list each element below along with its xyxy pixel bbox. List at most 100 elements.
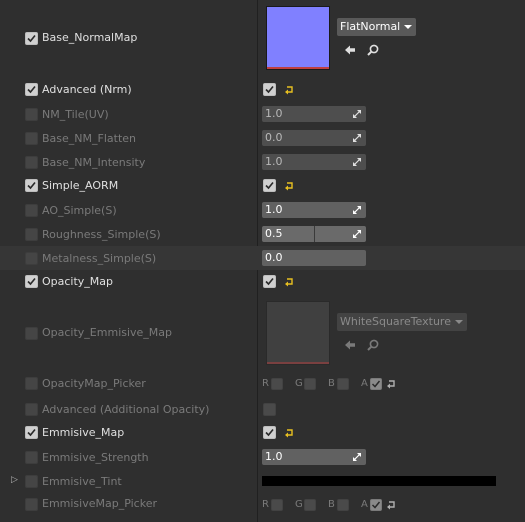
override-checkbox[interactable] — [25, 228, 38, 241]
search-icon[interactable] — [366, 43, 380, 57]
param-label: Roughness_Simple(S) — [42, 228, 161, 241]
param-row-opacitymap-picker: OpacityMap_Picker R G B A — [0, 372, 525, 396]
drag-arrows-icon — [353, 134, 361, 142]
param-row-advanced-additional-opacity: Advanced (Additional Opacity) — [0, 396, 525, 420]
checkmark-icon — [27, 181, 36, 190]
channel-label-b: B — [328, 499, 335, 510]
texture-thumbnail[interactable] — [266, 6, 330, 70]
channel-label-a: A — [361, 499, 368, 510]
channel-label-r: R — [262, 378, 269, 389]
param-row-opacity-emmisive-map: Opacity_Emmisive_Map WhiteSquareTexture — [0, 294, 525, 372]
value-checkbox[interactable] — [263, 83, 276, 96]
chevron-down-icon — [404, 25, 413, 29]
param-row-emmisive-strength: Emmisive_Strength 1.0 — [0, 444, 525, 468]
numeric-field[interactable]: 0.0 — [262, 130, 366, 146]
reset-arrow-icon[interactable] — [386, 500, 396, 510]
param-label: Opacity_Map — [42, 275, 114, 288]
numeric-field[interactable]: 1.0 — [262, 154, 366, 170]
back-arrow-icon[interactable] — [343, 43, 357, 57]
checkmark-icon — [371, 380, 381, 388]
override-checkbox[interactable] — [25, 252, 38, 265]
drag-arrows-icon — [353, 206, 361, 214]
override-checkbox[interactable] — [25, 132, 38, 145]
override-checkbox[interactable] — [25, 451, 38, 464]
param-row-roughness-simple: Roughness_Simple(S) 0.5 — [0, 222, 525, 246]
channel-checkbox-g[interactable] — [304, 499, 316, 511]
param-row-emmisive-tint: ▷ Emmisive_Tint — [0, 468, 525, 492]
channel-label-g: G — [295, 378, 303, 389]
texture-asset-dropdown[interactable]: FlatNormal — [337, 18, 417, 36]
param-label: Opacity_Emmisive_Map — [42, 326, 173, 339]
override-checkbox[interactable] — [25, 475, 38, 488]
param-label: Emmisive_Tint — [42, 475, 122, 488]
param-row-emmisive-map: Emmisive_Map — [0, 420, 525, 444]
reset-arrow-icon[interactable] — [284, 277, 294, 287]
numeric-field[interactable]: 1.0 — [262, 449, 366, 465]
override-checkbox[interactable] — [25, 327, 38, 340]
texture-asset-dropdown[interactable]: WhiteSquareTexture — [337, 313, 467, 331]
override-checkbox[interactable] — [25, 156, 38, 169]
checkmark-icon — [27, 85, 36, 94]
reset-arrow-icon[interactable] — [386, 379, 396, 389]
color-swatch[interactable] — [262, 476, 496, 486]
numeric-value: 0.0 — [265, 251, 283, 264]
channel-label-b: B — [328, 378, 335, 389]
numeric-field[interactable]: 1.0 — [262, 106, 366, 122]
override-checkbox[interactable] — [25, 498, 38, 511]
numeric-value: 1.0 — [265, 450, 283, 463]
param-label: OpacityMap_Picker — [42, 377, 146, 390]
channel-checkbox-b[interactable] — [337, 378, 349, 390]
param-row-advanced-nrm: Advanced (Nrm) — [0, 78, 525, 102]
drag-arrows-icon — [353, 110, 361, 118]
numeric-field[interactable]: 0.0 — [262, 250, 366, 266]
drag-arrows-icon — [353, 230, 361, 238]
param-label: Metalness_Simple(S) — [42, 252, 157, 265]
reset-arrow-icon[interactable] — [284, 181, 294, 191]
override-checkbox[interactable] — [25, 275, 38, 288]
param-row-opacity-map: Opacity_Map — [0, 270, 525, 294]
texture-thumbnail[interactable] — [266, 301, 330, 365]
value-checkbox[interactable] — [263, 275, 276, 288]
numeric-value: 1.0 — [265, 107, 283, 120]
param-label: Emmisive_Map — [42, 426, 125, 439]
checkmark-icon — [27, 428, 36, 437]
search-icon[interactable] — [366, 338, 380, 352]
channel-checkbox-a[interactable] — [370, 378, 382, 390]
value-checkbox[interactable] — [263, 179, 276, 192]
override-checkbox[interactable] — [25, 204, 38, 217]
value-checkbox[interactable] — [263, 403, 276, 416]
reset-arrow-icon[interactable] — [284, 85, 294, 95]
param-row-base-nm-flatten: Base_NM_Flatten 0.0 — [0, 126, 525, 150]
override-checkbox[interactable] — [25, 426, 38, 439]
chevron-down-icon — [454, 320, 463, 324]
override-checkbox[interactable] — [25, 179, 38, 192]
back-arrow-icon[interactable] — [343, 338, 357, 352]
numeric-value: 0.5 — [265, 227, 283, 240]
reset-arrow-icon[interactable] — [284, 428, 294, 438]
param-label: Emmisive_Strength — [42, 451, 149, 464]
checkmark-icon — [27, 34, 36, 43]
param-label: Base_NormalMap — [42, 31, 138, 44]
channel-checkbox-b[interactable] — [337, 499, 349, 511]
override-checkbox[interactable] — [25, 83, 38, 96]
override-checkbox[interactable] — [25, 108, 38, 121]
value-checkbox[interactable] — [263, 426, 276, 439]
channel-checkbox-r[interactable] — [271, 499, 283, 511]
override-checkbox[interactable] — [25, 377, 38, 390]
override-checkbox[interactable] — [25, 403, 38, 416]
channel-checkbox-r[interactable] — [271, 378, 283, 390]
channel-checkbox-g[interactable] — [304, 378, 316, 390]
expand-triangle-icon[interactable]: ▷ — [11, 475, 18, 485]
param-label: Base_NM_Flatten — [42, 132, 136, 145]
channel-checkbox-a[interactable] — [370, 499, 382, 511]
numeric-field[interactable]: 1.0 — [262, 202, 366, 218]
texture-asset-name: FlatNormal — [340, 20, 401, 33]
channel-label-r: R — [262, 499, 269, 510]
override-checkbox[interactable] — [25, 32, 38, 45]
material-parameters-panel: Base_NormalMap FlatNormal Advanced (Nrm)… — [0, 0, 525, 522]
param-row-simple-aorm: Simple_AORM — [0, 174, 525, 198]
param-row-base-normalmap: Base_NormalMap FlatNormal — [0, 0, 525, 78]
slider-field[interactable]: 0.5 — [262, 226, 366, 242]
channel-label-g: G — [295, 499, 303, 510]
param-row-base-nm-intensity: Base_NM_Intensity 1.0 — [0, 150, 525, 174]
